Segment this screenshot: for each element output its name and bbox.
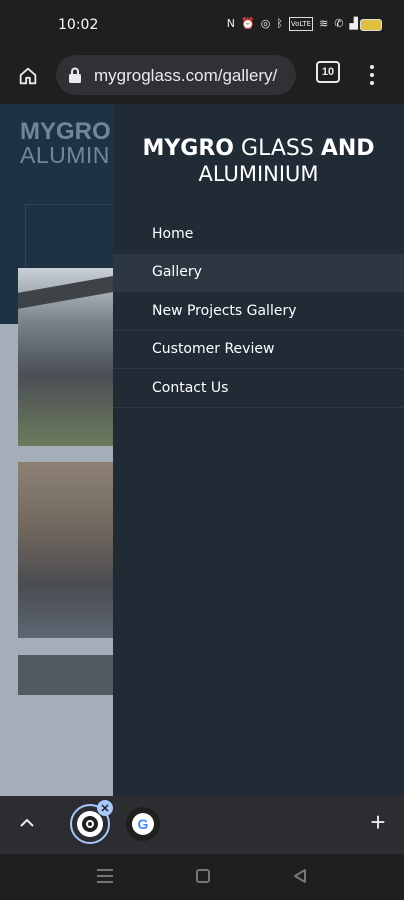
- back-button[interactable]: [292, 868, 308, 884]
- nav-item-new-projects-gallery[interactable]: New Projects Gallery: [113, 292, 404, 331]
- bluetooth-icon: ᛒ: [276, 17, 283, 30]
- logo-line2: ALUMIN: [20, 142, 110, 168]
- close-tab-icon[interactable]: ✕: [97, 800, 113, 816]
- gallery-photo[interactable]: [18, 655, 118, 695]
- status-time: 10:02: [58, 17, 99, 33]
- lock-icon[interactable]: [68, 67, 82, 83]
- home-icon: [19, 67, 37, 85]
- alarm-icon: ⏰: [241, 17, 255, 30]
- address-bar[interactable]: mygroglass.com/gallery/: [56, 55, 296, 95]
- more-vert-icon: [370, 65, 374, 69]
- wifi-icon: ≋: [319, 17, 329, 30]
- recents-button[interactable]: [97, 869, 113, 883]
- nfc-icon: N: [226, 17, 235, 30]
- brand-word-mygro: MYGRO: [142, 136, 235, 161]
- chevron-up-icon[interactable]: [18, 814, 36, 832]
- logo-line1: MYGRO: [20, 118, 111, 145]
- tab-switcher-button[interactable]: 10: [316, 61, 340, 83]
- site-favicon-icon: [77, 811, 103, 837]
- brand-word-and: AND: [320, 136, 375, 161]
- brand-word-glass: GLASS: [241, 136, 314, 161]
- gallery-photo[interactable]: [18, 462, 118, 638]
- signal-icon: ▟: [349, 17, 358, 30]
- drawer-brand[interactable]: MYGRO GLASS AND ALUMINIUM: [113, 136, 404, 186]
- nav-item-customer-review[interactable]: Customer Review: [113, 331, 404, 369]
- url-text[interactable]: mygroglass.com/gallery/: [94, 66, 290, 86]
- more-menu-button[interactable]: [360, 60, 384, 90]
- call-icon: ✆: [334, 17, 344, 30]
- browser-toolbar: mygroglass.com/gallery/ 10: [0, 50, 404, 104]
- google-tab-thumbnail[interactable]: G: [126, 807, 160, 841]
- home-system-button[interactable]: [196, 869, 210, 883]
- nav-item-gallery[interactable]: Gallery: [113, 253, 404, 292]
- status-bar: 10:02 N ⏰ ◎ ᛒ VoLTE ≋ ✆ ▟: [0, 0, 404, 50]
- site-logo[interactable]: MYGRO ALUMIN: [20, 120, 111, 167]
- home-button[interactable]: [12, 60, 44, 92]
- new-tab-button[interactable]: +: [366, 809, 390, 835]
- status-icons: N ⏰ ◎ ᛒ VoLTE ≋ ✆ ▟: [227, 17, 358, 31]
- volte-icon: VoLTE: [288, 17, 314, 31]
- nav-item-contact-us[interactable]: Contact Us: [113, 369, 404, 408]
- hotspot-icon: ◎: [260, 17, 271, 30]
- battery-icon: [360, 19, 382, 31]
- google-icon: G: [132, 813, 154, 835]
- drawer-nav: Home Gallery New Projects Gallery Custom…: [113, 215, 404, 408]
- system-nav-bar: [0, 854, 404, 900]
- tab-strip: ✕ G +: [0, 796, 404, 854]
- brand-word-aluminium: ALUMINIUM: [198, 162, 319, 186]
- nav-drawer: MYGRO GLASS AND ALUMINIUM Home Gallery N…: [113, 104, 404, 796]
- nav-item-home[interactable]: Home: [113, 215, 404, 254]
